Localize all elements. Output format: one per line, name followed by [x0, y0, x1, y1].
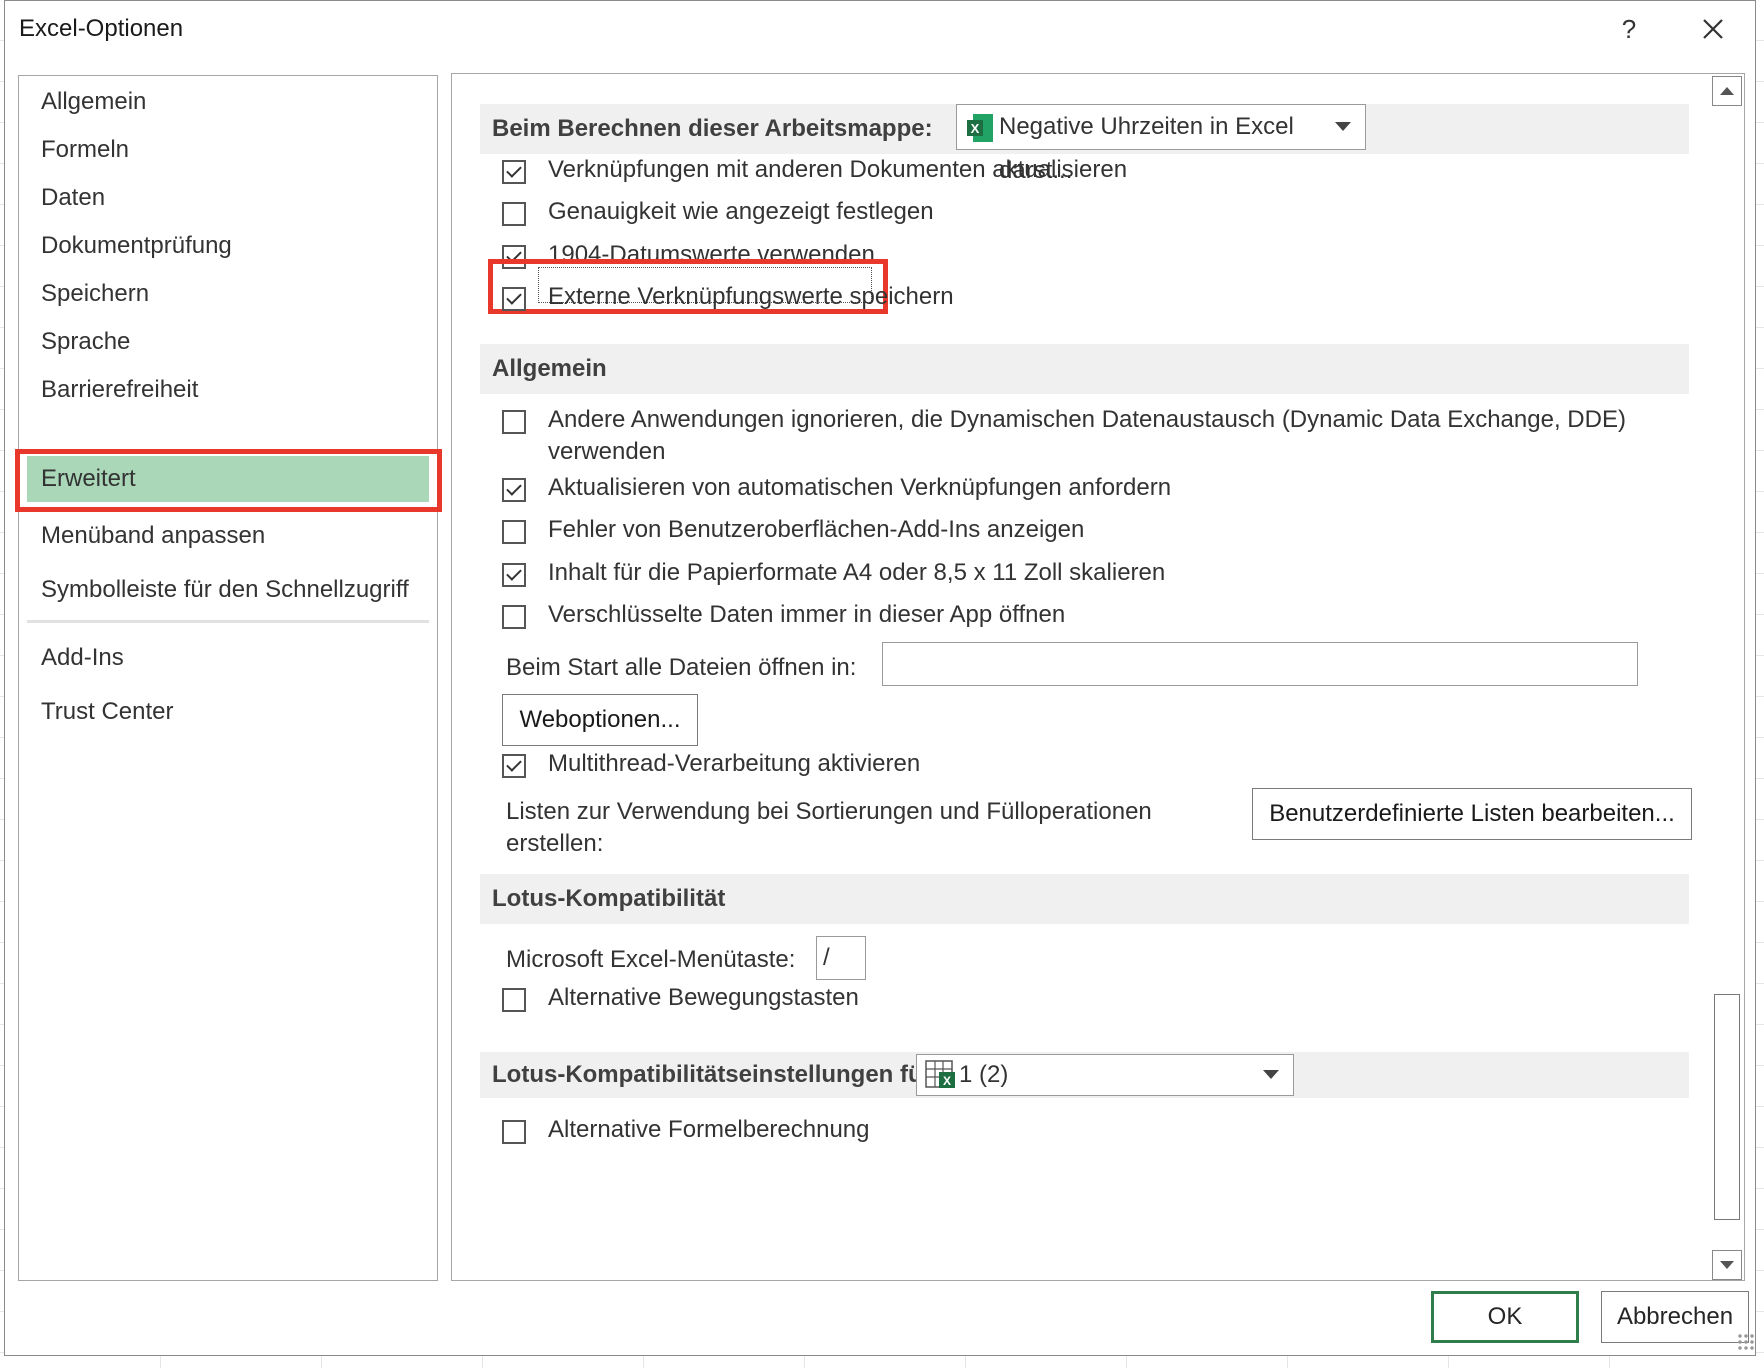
workbook-select[interactable]: X Negative Uhrzeiten in Excel darst... [956, 104, 1366, 184]
checkbox-scale-paper[interactable] [502, 563, 526, 587]
sheet-icon: X [925, 1060, 955, 1088]
section-label-lotus: Lotus-Kompatibilität [492, 885, 726, 912]
label-addin-errors: Fehler von Benutzeroberflächen-Add-Ins a… [548, 516, 1085, 543]
checkbox-ask-update-links[interactable] [502, 478, 526, 502]
checkbox-addin-errors[interactable] [502, 520, 526, 544]
section-lotus: Lotus-Kompatibilität [480, 874, 1689, 924]
label-precision: Genauigkeit wie angezeigt festlegen [548, 198, 934, 225]
sidebar-item-trust-center[interactable]: Trust Center [19, 688, 437, 736]
cancel-button[interactable]: Abbrechen [1601, 1291, 1749, 1343]
help-button[interactable]: ? [1611, 11, 1647, 47]
label-ignore-dde: Andere Anwendungen ignorieren, die Dynam… [548, 406, 1626, 433]
label-update-links: Verknüpfungen mit anderen Dokumenten akt… [548, 156, 1128, 183]
ok-button[interactable]: OK [1431, 1291, 1579, 1343]
checkbox-encrypted-app[interactable] [502, 605, 526, 629]
menu-key-input[interactable]: / [816, 936, 866, 980]
chevron-down-icon [1263, 1070, 1279, 1079]
advanced-options-panel: Beim Berechnen dieser Arbeitsmappe: X Ne… [451, 73, 1745, 1281]
label-1904-dates: 1904-Datumswerte verwenden [548, 241, 875, 268]
label-ask-update-links: Aktualisieren von automatischen Verknüpf… [548, 474, 1172, 501]
excel-file-icon: X [967, 114, 993, 142]
scrollbar-thumb[interactable] [1714, 994, 1740, 1220]
chevron-down-icon [1335, 122, 1351, 131]
sidebar-item-sprache[interactable]: Sprache [19, 318, 437, 366]
excel-options-dialog: Excel-Optionen ? Allgemein Formeln Daten… [4, 0, 1756, 1356]
sidebar-item-formeln[interactable]: Formeln [19, 126, 437, 174]
label-multithread: Multithread-Verarbeitung aktivieren [548, 750, 921, 777]
sidebar-item-addins[interactable]: Add-Ins [19, 634, 437, 682]
dialog-title: Excel-Optionen [19, 15, 184, 42]
vertical-scrollbar[interactable] [1710, 74, 1744, 1280]
close-icon[interactable] [1695, 11, 1731, 47]
sidebar-item-allgemein[interactable]: Allgemein [19, 78, 437, 126]
checkbox-1904-dates[interactable] [502, 245, 526, 269]
label-scale-paper: Inhalt für die Papierformate A4 oder 8,5… [548, 559, 1166, 586]
sidebar-item-menueband[interactable]: Menüband anpassen [19, 512, 437, 560]
label-external-links: Externe Verknüpfungswerte speichern [548, 283, 954, 310]
label-startup-folder: Beim Start alle Dateien öffnen in: [506, 654, 857, 681]
sidebar-item-daten[interactable]: Daten [19, 174, 437, 222]
section-label-general: Allgemein [492, 355, 607, 382]
startup-folder-input[interactable] [882, 642, 1638, 686]
section-label-workbook-calc: Beim Berechnen dieser Arbeitsmappe: [492, 115, 933, 142]
label-encrypted-app: Verschlüsselte Daten immer in dieser App… [548, 601, 1066, 628]
sidebar-divider [27, 620, 429, 623]
options-sidebar: Allgemein Formeln Daten Dokumentprüfung … [18, 75, 438, 1281]
label-custom-lists-2: erstellen: [506, 830, 604, 857]
sidebar-item-erweitert[interactable]: Erweitert [27, 456, 429, 502]
checkbox-ignore-dde[interactable] [502, 410, 526, 434]
resize-grip-icon[interactable] [1737, 1333, 1755, 1351]
label-ignore-dde-2: verwenden [548, 438, 666, 465]
sidebar-item-schnellzugriff[interactable]: Symbolleiste für den Schnellzugriff [19, 566, 437, 614]
sidebar-item-barrierefreiheit[interactable]: Barrierefreiheit [19, 366, 437, 414]
section-general: Allgemein [480, 344, 1689, 394]
svg-text:X: X [971, 121, 980, 136]
svg-text:X: X [943, 1074, 951, 1088]
scroll-down-button[interactable] [1712, 1250, 1742, 1280]
label-alt-navigation: Alternative Bewegungstasten [548, 984, 859, 1011]
label-custom-lists: Listen zur Verwendung bei Sortierungen u… [506, 798, 1152, 825]
label-alt-formula: Alternative Formelberechnung [548, 1116, 870, 1143]
checkbox-alt-navigation[interactable] [502, 988, 526, 1012]
checkbox-update-links[interactable] [502, 160, 526, 184]
checkbox-alt-formula[interactable] [502, 1120, 526, 1144]
section-workbook-calc: Beim Berechnen dieser Arbeitsmappe: X Ne… [480, 104, 1689, 184]
web-options-button[interactable]: Weboptionen... [502, 694, 698, 746]
section-lotus-settings: Lotus-Kompatibilitätseinstellungen für: … [480, 1052, 1689, 1098]
edit-custom-lists-button[interactable]: Benutzerdefinierte Listen bearbeiten... [1252, 788, 1692, 840]
checkbox-precision[interactable] [502, 202, 526, 226]
checkbox-multithread[interactable] [502, 754, 526, 778]
sheet-select[interactable]: X 1 (2) [916, 1054, 1294, 1096]
sidebar-item-speichern[interactable]: Speichern [19, 270, 437, 318]
sidebar-item-dokumentpruefung[interactable]: Dokumentprüfung [19, 222, 437, 270]
section-label-lotus-settings: Lotus-Kompatibilitätseinstellungen für: [492, 1061, 940, 1088]
sheet-select-value: 1 (2) [959, 1061, 1009, 1088]
label-menu-key: Microsoft Excel-Menütaste: [506, 946, 796, 973]
scroll-up-button[interactable] [1712, 76, 1742, 106]
checkbox-external-links[interactable] [502, 287, 526, 311]
